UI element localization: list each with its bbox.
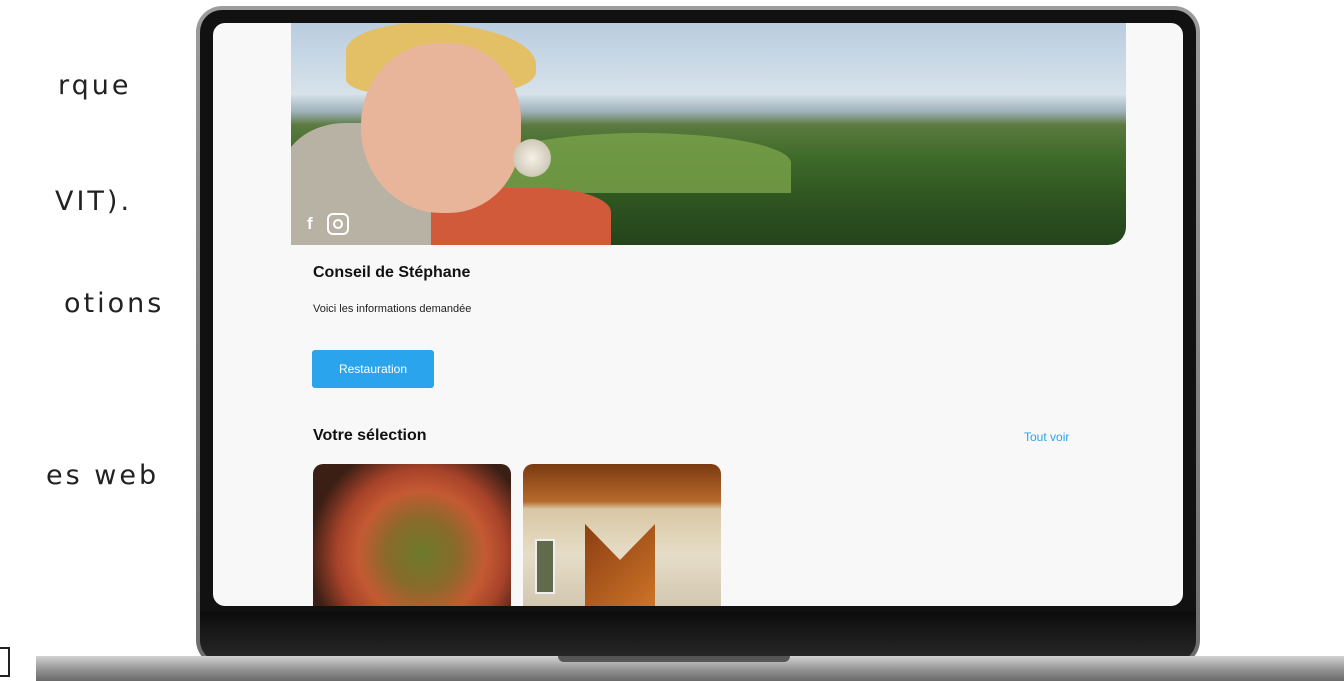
keyboard-reflection xyxy=(200,612,1196,662)
hero-dandelion xyxy=(513,139,551,177)
side-text-line-4: es web xyxy=(46,460,160,491)
laptop-base-notch xyxy=(558,656,790,662)
selection-card-food[interactable] xyxy=(313,464,511,606)
selection-title: Votre sélection xyxy=(313,427,427,444)
page-title: Conseil de Stéphane xyxy=(313,264,471,281)
hero-child-photo xyxy=(291,23,621,245)
room-wood-panel xyxy=(585,524,655,606)
facebook-icon[interactable]: f xyxy=(307,214,313,234)
laptop-screen: f Conseil de Stéphane Voici les informat… xyxy=(213,23,1183,606)
side-box-fragment xyxy=(0,647,10,677)
see-all-link[interactable]: Tout voir xyxy=(1024,430,1069,444)
side-marketing-text: rque VIT). otions es web xyxy=(0,0,200,681)
room-wall-picture xyxy=(535,539,555,594)
side-text-line-2: VIT). xyxy=(55,186,133,217)
laptop-lid: f Conseil de Stéphane Voici les informat… xyxy=(196,6,1200,666)
hero-banner-image: f xyxy=(291,23,1126,245)
side-text-line-3: otions xyxy=(64,288,165,319)
instagram-icon[interactable] xyxy=(326,213,349,235)
social-links: f xyxy=(307,213,349,235)
selection-card-restaurant[interactable] xyxy=(523,464,721,606)
laptop-bezel: f Conseil de Stéphane Voici les informat… xyxy=(200,10,1196,662)
restauration-button[interactable]: Restauration xyxy=(312,350,434,388)
hero-face xyxy=(361,43,521,213)
side-text-line-1: rque xyxy=(58,70,132,101)
page-subtitle: Voici les informations demandée xyxy=(313,303,472,315)
